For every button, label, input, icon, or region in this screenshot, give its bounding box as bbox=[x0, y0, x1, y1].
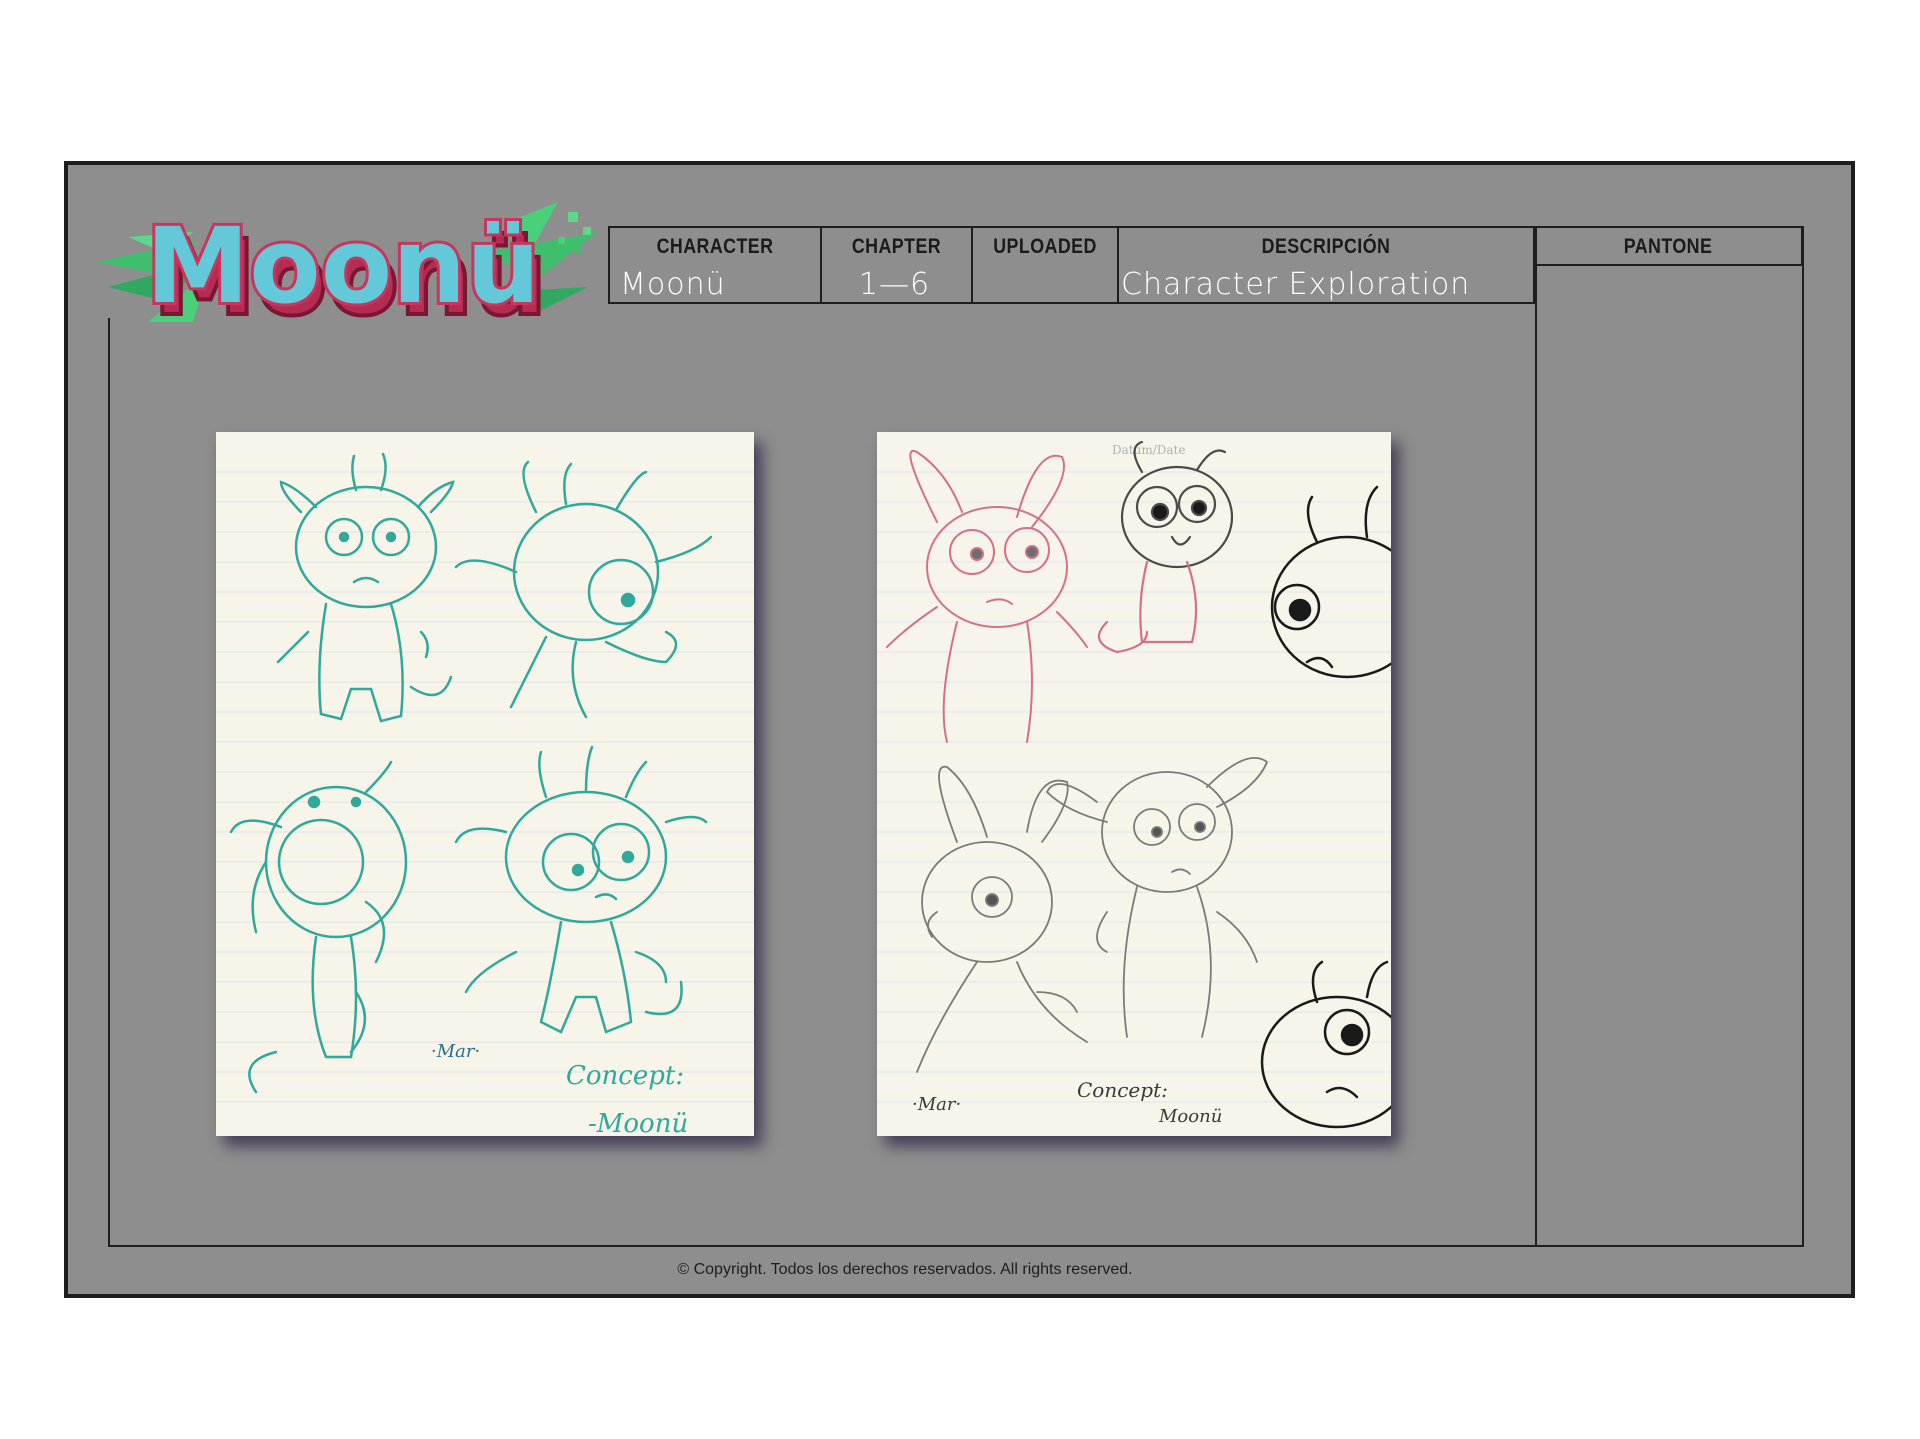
uploaded-label: UPLOADED bbox=[993, 235, 1097, 258]
right-signature: ·Mar· bbox=[912, 1094, 961, 1115]
right-concept-name: Moonü bbox=[1158, 1106, 1222, 1127]
creature-sketch-8 bbox=[916, 765, 1088, 1073]
uploaded-cell: UPLOADED bbox=[971, 226, 1119, 304]
left-signature: ·Mar· bbox=[431, 1041, 480, 1062]
copyright-footer: © Copyright. Todos los derechos reservad… bbox=[677, 1261, 1133, 1278]
chapter-value: 1—6 bbox=[858, 267, 931, 302]
description-value: Character Exploration bbox=[1121, 267, 1471, 302]
chapter-label: CHAPTER bbox=[851, 235, 942, 258]
creature-sketch-6 bbox=[1097, 440, 1234, 654]
left-concept-name: -Moonü bbox=[588, 1109, 688, 1136]
creature-sketch-2 bbox=[454, 460, 713, 719]
header-table: CHARACTER Moonü CHAPTER 1—6 UPLOADED DES… bbox=[608, 226, 1803, 304]
sketch-page-right: Datum/Date ·Mar· Concept: Moonü bbox=[877, 432, 1391, 1136]
right-concept-label: Concept: bbox=[1077, 1078, 1168, 1102]
creature-sketch-1 bbox=[276, 452, 455, 723]
sketch-right-drawing: Datum/Date ·Mar· Concept: Moonü bbox=[877, 440, 1391, 1129]
pantone-divider-line bbox=[1535, 226, 1537, 1247]
sketch-page-left: ·Mar· Concept: -Moonü bbox=[216, 432, 754, 1136]
character-label: CHARACTER bbox=[656, 235, 774, 258]
creature-sketch-7 bbox=[1270, 485, 1391, 679]
chapter-cell: CHAPTER 1—6 bbox=[820, 226, 973, 304]
frame-left-line bbox=[108, 318, 110, 1246]
frame-bottom-line bbox=[108, 1245, 1804, 1247]
moonu-logo: Moonü Moonü bbox=[88, 192, 608, 342]
creature-sketch-4 bbox=[454, 745, 708, 1034]
logo-text: Moonü bbox=[146, 205, 540, 327]
uploaded-value bbox=[983, 266, 1113, 304]
pantone-cell: PANTONE bbox=[1533, 226, 1803, 266]
date-label: Datum/Date bbox=[1112, 443, 1185, 457]
description-label: DESCRIPCIÓN bbox=[1261, 235, 1391, 258]
sketch-left-drawing: ·Mar· Concept: -Moonü bbox=[216, 452, 754, 1136]
left-concept-label: Concept: bbox=[566, 1061, 684, 1091]
character-cell: CHARACTER Moonü bbox=[608, 226, 822, 304]
pantone-label: PANTONE bbox=[1623, 235, 1713, 258]
frame-right-line bbox=[1802, 226, 1804, 1247]
creature-sketch-5 bbox=[886, 449, 1088, 743]
character-value: Moonü bbox=[620, 267, 726, 302]
description-cell: DESCRIPCIÓN Character Exploration bbox=[1117, 226, 1535, 304]
creature-sketch-9 bbox=[1045, 757, 1269, 1038]
